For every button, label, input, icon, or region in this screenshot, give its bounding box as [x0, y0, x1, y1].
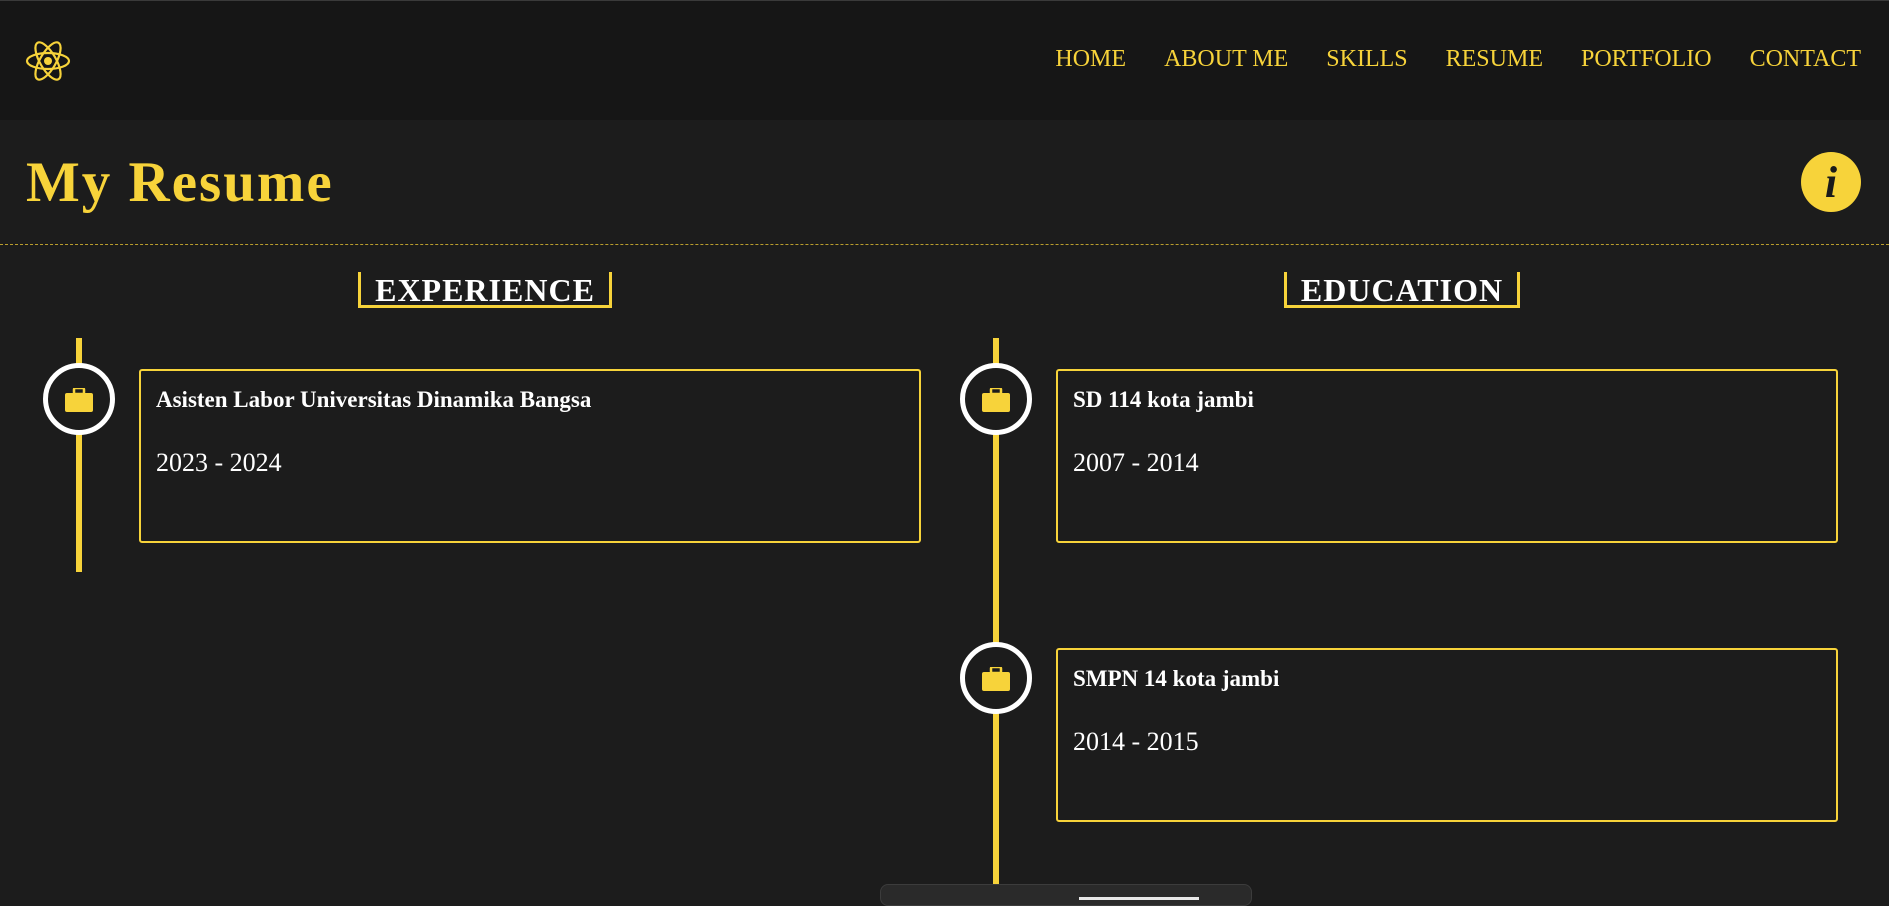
education-card-date: 2014 - 2015 — [1073, 727, 1199, 756]
react-atom-icon[interactable] — [24, 37, 72, 85]
education-card-date: 2007 - 2014 — [1073, 448, 1199, 477]
education-timeline-dot — [960, 642, 1032, 714]
navbar: HOME ABOUT ME SKILLS RESUME PORTFOLIO CO… — [0, 0, 1889, 120]
experience-card: Asisten Labor Universitas Dinamika Bangs… — [139, 369, 921, 543]
nav-link-home[interactable]: HOME — [1055, 45, 1126, 73]
experience-card-date: 2023 - 2024 — [156, 448, 282, 477]
experience-heading-text: EXPERIENCE — [375, 272, 595, 308]
bottom-toolbar-overlay[interactable] — [880, 884, 1252, 906]
briefcase-icon — [65, 386, 93, 412]
education-timeline-dot — [960, 363, 1032, 435]
nav-link-resume[interactable]: RESUME — [1446, 45, 1543, 73]
experience-timeline-dot — [43, 363, 115, 435]
briefcase-icon — [982, 386, 1010, 412]
nav-link-skills[interactable]: SKILLS — [1326, 45, 1407, 73]
info-button[interactable]: i — [1801, 152, 1861, 212]
info-icon: i — [1824, 157, 1838, 207]
experience-card-title: Asisten Labor Universitas Dinamika Bangs… — [156, 387, 592, 412]
briefcase-icon — [982, 665, 1010, 691]
education-card: SD 114 kota jambi 2007 - 2014 — [1056, 369, 1838, 543]
education-card: SMPN 14 kota jambi 2014 - 2015 — [1056, 648, 1838, 822]
education-card-title: SD 114 kota jambi — [1073, 387, 1254, 412]
education-card-title: SMPN 14 kota jambi — [1073, 666, 1280, 691]
toolbar-indicator — [1079, 897, 1199, 900]
page-title: My Resume — [26, 151, 334, 214]
nav-link-contact[interactable]: CONTACT — [1750, 45, 1861, 73]
nav-link-about-me[interactable]: ABOUT ME — [1164, 45, 1288, 73]
nav-links: HOME ABOUT ME SKILLS RESUME PORTFOLIO CO… — [1055, 45, 1861, 73]
nav-link-portfolio[interactable]: PORTFOLIO — [1581, 45, 1712, 73]
education-heading-text: EDUCATION — [1300, 272, 1504, 308]
section-divider — [0, 244, 1889, 245]
